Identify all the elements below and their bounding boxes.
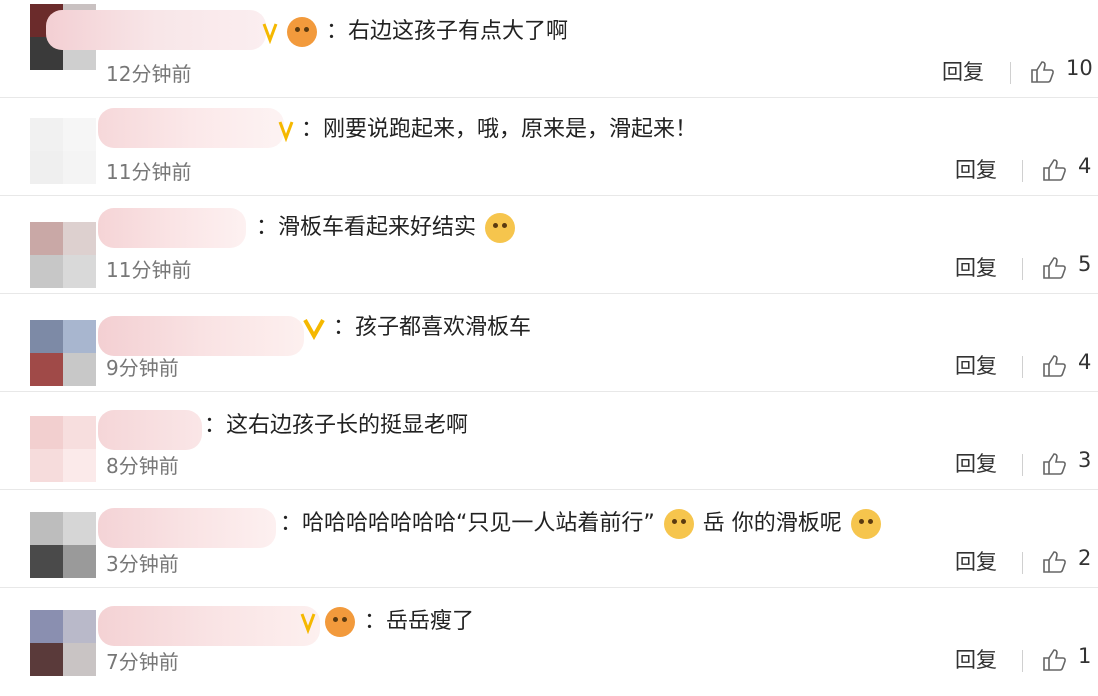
doge-emoji-icon	[485, 213, 516, 243]
comment-time: 3分钟前	[106, 552, 179, 576]
divider	[1022, 454, 1023, 476]
avatar[interactable]	[30, 512, 96, 578]
comment-item: ：这右边孩子长的挺显老啊 8分钟前 回复 3	[0, 392, 1098, 490]
avatar[interactable]	[30, 320, 96, 386]
comment-text: ：滑板车看起来好结实	[256, 215, 477, 240]
crown-emoji-icon	[325, 607, 355, 637]
like-count: 3	[1078, 448, 1092, 472]
like-count: 2	[1078, 546, 1092, 570]
divider	[1022, 650, 1023, 672]
comment-time: 9分钟前	[106, 356, 179, 380]
avatar[interactable]	[30, 610, 96, 676]
thumbs-up-icon[interactable]	[1041, 647, 1067, 673]
reply-button[interactable]: 回复	[955, 644, 997, 674]
username-blurred[interactable]	[46, 10, 266, 50]
reply-button[interactable]: 回复	[955, 546, 997, 576]
comment-list: ：右边这孩子有点大了啊 12分钟前 回复 10 ：刚要说跑起来，哦，原来是，滑起…	[0, 0, 1098, 696]
comment-time: 12分钟前	[106, 62, 192, 86]
divider	[1022, 552, 1023, 574]
username-blurred[interactable]	[98, 316, 304, 356]
comment-time: 11分钟前	[106, 160, 192, 184]
thumbs-up-icon[interactable]	[1041, 157, 1067, 183]
verified-v-icon	[300, 613, 316, 634]
doge-emoji-icon	[663, 509, 694, 539]
verified-v-icon	[262, 23, 278, 44]
reply-button[interactable]: 回复	[942, 56, 984, 86]
like-count: 5	[1078, 252, 1092, 276]
thumbs-up-icon[interactable]	[1041, 549, 1067, 575]
like-count: 4	[1078, 154, 1092, 178]
doge-emoji-icon	[850, 509, 881, 539]
comment-text: ：右边这孩子有点大了啊	[326, 19, 569, 44]
crown-emoji-icon	[287, 17, 317, 47]
divider	[1022, 356, 1023, 378]
thumbs-up-icon[interactable]	[1041, 353, 1067, 379]
comment-time: 7分钟前	[106, 650, 179, 674]
username-blurred[interactable]	[98, 508, 276, 548]
thumbs-up-icon[interactable]	[1029, 59, 1055, 85]
username-blurred[interactable]	[98, 410, 202, 450]
reply-button[interactable]: 回复	[955, 154, 997, 184]
like-count: 10	[1066, 56, 1093, 80]
thumbs-up-icon[interactable]	[1041, 451, 1067, 477]
comment-text: ：孩子都喜欢滑板车	[333, 315, 532, 340]
comment-item: ：刚要说跑起来，哦，原来是，滑起来！ 11分钟前 回复 4	[0, 98, 1098, 196]
divider	[1022, 160, 1023, 182]
verified-v-icon	[278, 121, 294, 142]
comment-item: ：滑板车看起来好结实 11分钟前 回复 5	[0, 196, 1098, 294]
comment-time: 11分钟前	[106, 258, 192, 282]
like-count: 1	[1078, 644, 1092, 668]
verified-v-icon	[303, 319, 325, 340]
username-blurred[interactable]	[98, 606, 320, 646]
username-blurred[interactable]	[98, 208, 246, 248]
comment-time: 8分钟前	[106, 454, 179, 478]
reply-button[interactable]: 回复	[955, 448, 997, 478]
comment-item: ：孩子都喜欢滑板车 9分钟前 回复 4	[0, 294, 1098, 392]
comment-item: ：岳岳瘦了 7分钟前 回复 1	[0, 588, 1098, 686]
comment-item: ：哈哈哈哈哈哈哈“只见一人站着前行” 岳 你的滑板呢 3分钟前 回复 2	[0, 490, 1098, 588]
comment-text: ：这右边孩子长的挺显老啊	[204, 413, 469, 438]
comment-text: ：哈哈哈哈哈哈哈“只见一人站着前行”	[280, 511, 655, 536]
username-blurred[interactable]	[98, 108, 284, 148]
avatar[interactable]	[30, 416, 96, 482]
reply-button[interactable]: 回复	[955, 350, 997, 380]
like-count: 4	[1078, 350, 1092, 374]
avatar[interactable]	[30, 222, 96, 288]
comment-text: ：岳岳瘦了	[364, 609, 475, 634]
comment-item: ：右边这孩子有点大了啊 12分钟前 回复 10	[0, 0, 1098, 98]
reply-button[interactable]: 回复	[955, 252, 997, 282]
thumbs-up-icon[interactable]	[1041, 255, 1067, 281]
comment-text-part-2: 岳 你的滑板呢	[702, 511, 842, 536]
avatar[interactable]	[30, 118, 96, 184]
divider	[1022, 258, 1023, 280]
divider	[1010, 62, 1011, 84]
comment-text: ：刚要说跑起来，哦，原来是，滑起来！	[301, 117, 698, 142]
